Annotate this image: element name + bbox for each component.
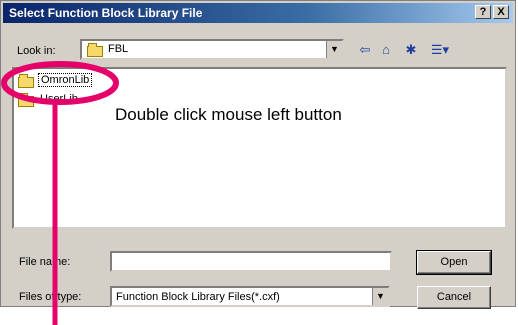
- filetype-value: Function Block Library Files(*.cxf): [116, 291, 280, 303]
- up-folder-icon[interactable]: ⌂: [377, 42, 395, 58]
- folder-icon: [18, 93, 34, 107]
- folder-icon: [18, 74, 34, 88]
- back-arrow-icon[interactable]: ⇦: [356, 42, 374, 58]
- folder-icon: [87, 43, 103, 57]
- file-name: UserLib: [40, 93, 78, 105]
- lookin-label: Look in:: [17, 45, 56, 57]
- filetype-combo[interactable]: Function Block Library Files(*.cxf) ▼: [110, 286, 390, 307]
- filetype-label: Files of type:: [19, 291, 82, 303]
- cancel-button[interactable]: Cancel: [417, 286, 491, 309]
- close-button[interactable]: X: [493, 5, 509, 19]
- file-dialog: Select Function Block Library File ? X L…: [0, 0, 516, 309]
- filename-label: File name:: [19, 256, 71, 268]
- help-button[interactable]: ?: [475, 5, 491, 19]
- title-bar: Select Function Block Library File: [3, 3, 513, 23]
- window-title: Select Function Block Library File: [9, 6, 203, 20]
- filename-input[interactable]: [110, 251, 392, 272]
- lookin-value: FBL: [108, 43, 129, 55]
- open-button[interactable]: Open: [416, 250, 492, 275]
- annotation-text: Double click mouse left button: [115, 105, 342, 124]
- file-name: OmronLib: [38, 73, 93, 87]
- lookin-combo[interactable]: FBL ▼: [80, 39, 344, 60]
- new-folder-icon[interactable]: ✱: [402, 42, 420, 58]
- chevron-down-icon[interactable]: ▼: [372, 288, 388, 305]
- view-menu-icon[interactable]: ☰▾: [427, 42, 453, 58]
- file-list[interactable]: OmronLib UserLib: [12, 67, 507, 229]
- chevron-down-icon[interactable]: ▼: [326, 41, 342, 58]
